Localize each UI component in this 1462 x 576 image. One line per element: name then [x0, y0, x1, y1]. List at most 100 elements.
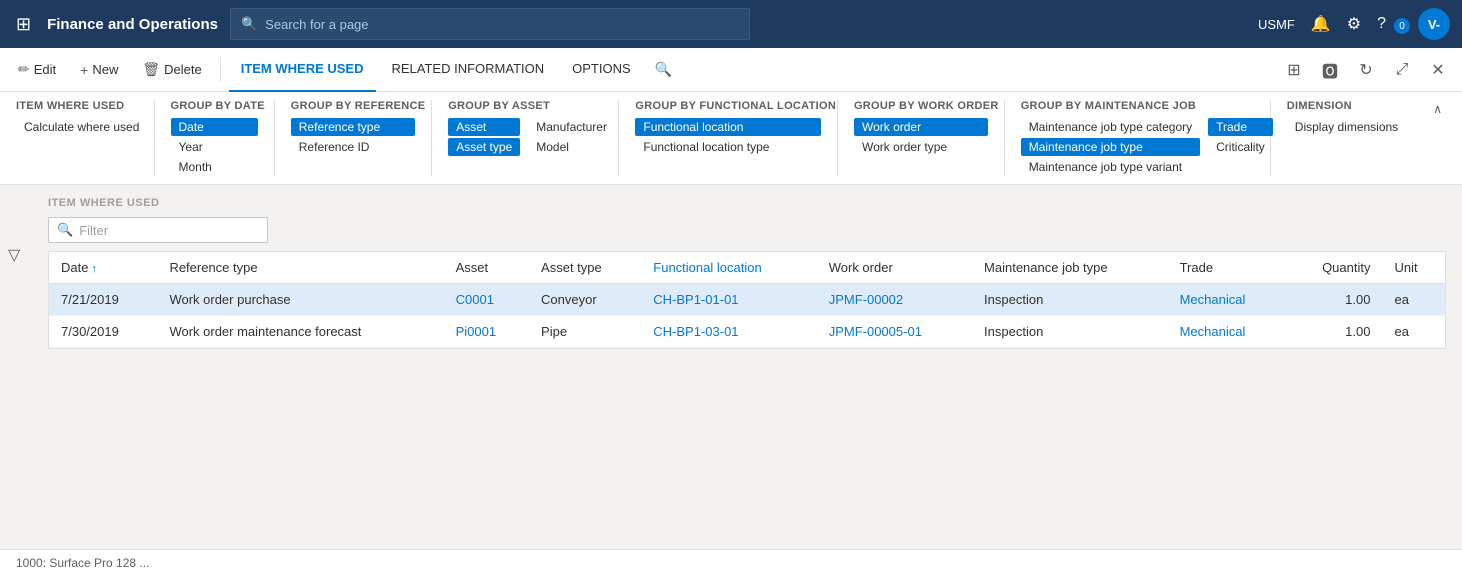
- group-item-functional-location[interactable]: Functional location: [635, 118, 821, 136]
- group-item-trade[interactable]: Trade: [1208, 118, 1273, 136]
- group-section-functional-location: GROUP BY FUNCTIONAL LOCATION Functional …: [635, 100, 838, 176]
- cell-quantity-1: 1.00: [1287, 284, 1383, 316]
- cell-work-order-1[interactable]: JPMF-00002: [817, 284, 972, 316]
- group-item-year[interactable]: Year: [171, 138, 258, 156]
- filter-side-icon[interactable]: ▽: [8, 247, 20, 264]
- cell-asset-1[interactable]: C0001: [444, 284, 529, 316]
- main-content: ▽ ITEM WHERE USED 🔍 Filter Date: [0, 185, 1462, 576]
- group-item-reference-type[interactable]: Reference type: [291, 118, 415, 136]
- group-item-month[interactable]: Month: [171, 158, 258, 176]
- group-items-reference: Reference type Reference ID: [291, 118, 415, 156]
- cell-trade-1[interactable]: Mechanical: [1168, 284, 1287, 316]
- group-section-asset: GROUP BY ASSET Asset Manufacturer Asset …: [448, 100, 619, 176]
- cell-functional-location-1[interactable]: CH-BP1-01-01: [641, 284, 816, 316]
- group-items-maintenance-job: Maintenance job type category Trade Main…: [1021, 118, 1254, 176]
- col-reference-type[interactable]: Reference type: [157, 252, 443, 284]
- cell-date-2: 7/30/2019: [49, 316, 157, 348]
- group-item-reference-id[interactable]: Reference ID: [291, 138, 415, 156]
- cell-work-order-2[interactable]: JPMF-00005-01: [817, 316, 972, 348]
- group-item-asset-type[interactable]: Asset type: [448, 138, 520, 156]
- tab-options[interactable]: OPTIONS: [560, 48, 643, 92]
- cell-asset-type-2: Pipe: [529, 316, 641, 348]
- delete-button[interactable]: 🗑 Delete: [132, 55, 211, 84]
- group-section-dimension: DIMENSION Display dimensions: [1287, 100, 1413, 176]
- group-title-reference: GROUP BY REFERENCE: [291, 100, 415, 112]
- group-title-item-where-used: ITEM WHERE USED: [16, 100, 138, 112]
- group-item-calculate[interactable]: Calculate where used: [16, 118, 138, 136]
- office-icon-btn[interactable]: 🅾: [1314, 54, 1346, 86]
- settings-icon[interactable]: ⚙: [1347, 14, 1361, 34]
- cell-quantity-2: 1.00: [1287, 316, 1383, 348]
- cell-functional-location-2[interactable]: CH-BP1-03-01: [641, 316, 816, 348]
- avatar[interactable]: V-: [1418, 8, 1450, 40]
- new-label: New: [92, 62, 118, 77]
- ribbon-separator: [220, 58, 221, 82]
- col-date[interactable]: Date: [49, 252, 157, 284]
- col-quantity[interactable]: Quantity: [1287, 252, 1383, 284]
- filter-input[interactable]: 🔍 Filter: [48, 217, 268, 243]
- group-item-maintenance-job-type-category[interactable]: Maintenance job type category: [1021, 118, 1200, 136]
- table-row[interactable]: 7/21/2019 Work order purchase C0001 Conv…: [49, 284, 1445, 316]
- group-section-work-order: GROUP BY WORK ORDER Work order Work orde…: [854, 100, 1005, 176]
- new-icon: +: [80, 62, 88, 78]
- group-items-asset: Asset Manufacturer Asset type Model: [448, 118, 602, 156]
- group-item-date[interactable]: Date: [171, 118, 258, 136]
- edit-label: Edit: [34, 62, 56, 77]
- delete-label: Delete: [164, 62, 202, 77]
- table-header-row: Date Reference type Asset Asset type Fun…: [49, 252, 1445, 284]
- tab-related-information[interactable]: RELATED INFORMATION: [380, 48, 557, 92]
- group-items-dimension: Display dimensions: [1287, 118, 1397, 136]
- new-button[interactable]: + New: [70, 56, 128, 84]
- ribbon-right: ⊞ 🅾 ↻ ⤢ ✕: [1278, 54, 1454, 86]
- refresh-icon-btn[interactable]: ↻: [1350, 54, 1382, 86]
- app-title: Finance and Operations: [47, 16, 218, 33]
- apps-icon[interactable]: ⊞: [12, 10, 35, 39]
- cell-maintenance-job-type-2: Inspection: [972, 316, 1168, 348]
- grid-icon-btn[interactable]: ⊞: [1278, 54, 1310, 86]
- help-icon[interactable]: ?: [1377, 15, 1386, 33]
- cell-trade-2[interactable]: Mechanical: [1168, 316, 1287, 348]
- cell-unit-1: ea: [1382, 284, 1445, 316]
- content-area: ▽ ITEM WHERE USED 🔍 Filter Date: [8, 197, 1446, 349]
- group-item-maintenance-job-type[interactable]: Maintenance job type: [1021, 138, 1200, 156]
- edit-icon: ✏: [18, 61, 30, 78]
- group-section-date: GROUP BY DATE Date Year Month: [171, 100, 275, 176]
- col-functional-location[interactable]: Functional location: [641, 252, 816, 284]
- group-panel: ITEM WHERE USED Calculate where used GRO…: [0, 92, 1462, 185]
- notification-icon[interactable]: 🔔: [1311, 14, 1331, 34]
- group-item-criticality[interactable]: Criticality: [1208, 138, 1273, 156]
- badge-count: 0: [1394, 18, 1410, 34]
- group-title-asset: GROUP BY ASSET: [448, 100, 602, 112]
- col-trade[interactable]: Trade: [1168, 252, 1287, 284]
- cell-reference-type-2: Work order maintenance forecast: [157, 316, 443, 348]
- edit-button[interactable]: ✏ Edit: [8, 55, 66, 84]
- top-nav-right: USMF 🔔 ⚙ ? 0 V-: [1258, 8, 1450, 40]
- group-item-manufacturer[interactable]: Manufacturer: [528, 118, 615, 136]
- cell-maintenance-job-type-1: Inspection: [972, 284, 1168, 316]
- global-search[interactable]: 🔍 Search for a page: [230, 8, 750, 40]
- col-unit[interactable]: Unit: [1382, 252, 1445, 284]
- tab-item-where-used[interactable]: ITEM WHERE USED: [229, 48, 376, 92]
- expand-icon-btn[interactable]: ⤢: [1386, 54, 1418, 86]
- data-table: Date Reference type Asset Asset type Fun…: [48, 251, 1446, 349]
- group-item-functional-location-type[interactable]: Functional location type: [635, 138, 821, 156]
- group-item-display-dimensions[interactable]: Display dimensions: [1287, 118, 1397, 136]
- col-asset[interactable]: Asset: [444, 252, 529, 284]
- group-items-work-order: Work order Work order type: [854, 118, 988, 156]
- org-label: USMF: [1258, 17, 1295, 32]
- collapse-panel-icon[interactable]: ∧: [1429, 100, 1446, 118]
- cell-asset-2[interactable]: Pi0001: [444, 316, 529, 348]
- col-maintenance-job-type[interactable]: Maintenance job type: [972, 252, 1168, 284]
- group-item-work-order[interactable]: Work order: [854, 118, 988, 136]
- group-item-work-order-type[interactable]: Work order type: [854, 138, 988, 156]
- group-item-maintenance-job-type-variant[interactable]: Maintenance job type variant: [1021, 158, 1200, 176]
- group-item-asset[interactable]: Asset: [448, 118, 520, 136]
- group-section-item-where-used: ITEM WHERE USED Calculate where used: [16, 100, 155, 176]
- table-row[interactable]: 7/30/2019 Work order maintenance forecas…: [49, 316, 1445, 348]
- close-icon-btn[interactable]: ✕: [1422, 54, 1454, 86]
- col-work-order[interactable]: Work order: [817, 252, 972, 284]
- group-item-model[interactable]: Model: [528, 138, 615, 156]
- col-asset-type[interactable]: Asset type: [529, 252, 641, 284]
- ribbon-search-icon[interactable]: 🔍: [655, 61, 672, 78]
- group-items-date: Date Year Month: [171, 118, 258, 176]
